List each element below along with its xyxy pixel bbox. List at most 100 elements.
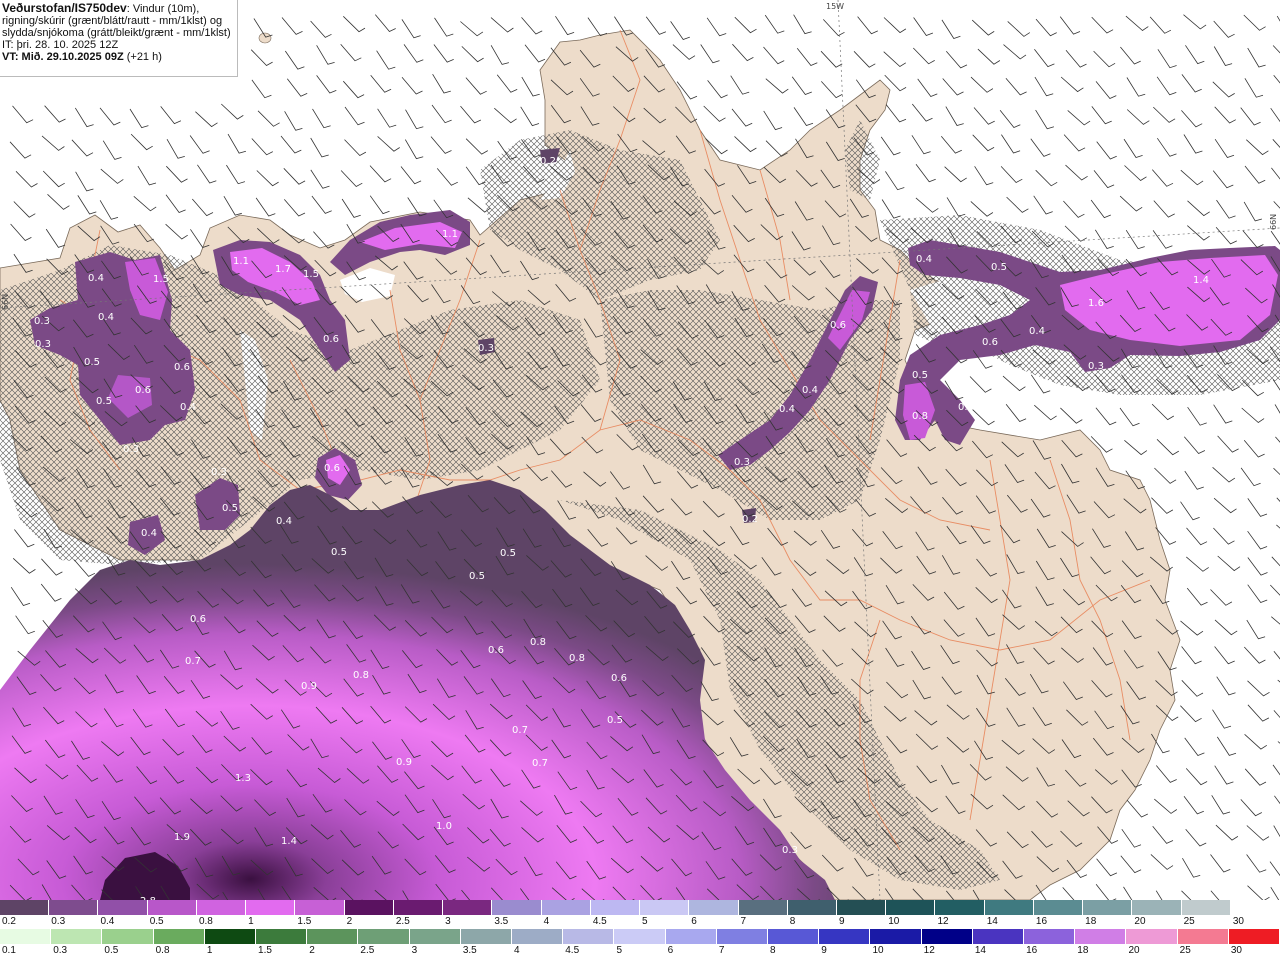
legend-label: 3 [411,945,418,956]
legend-swatch [98,900,148,915]
legend-label: 16 [1035,916,1048,927]
legend-label: 1 [248,916,254,927]
precip-value-label: 0.4 [1029,326,1045,337]
precip-value-label: 0.5 [84,357,100,368]
forecast-offset: (+21 h) [123,51,162,63]
legend-label: 30 [1230,945,1242,956]
legend-snow: 0.2 0.3 0.4 0.5 0.8 1 1.5 2 2.5 3 3.5 4 4.5 5 6 7 8 9 10 12… [0,900,1280,929]
legend-swatch [563,929,615,944]
legend-label: 5 [616,945,622,956]
legend-swatch [344,900,394,915]
legend-swatch [102,929,154,944]
legend-swatch [1230,900,1280,915]
legend-label: 2.5 [395,916,410,927]
legend-label: 8 [789,916,796,927]
precip-value-label: 0.5 [222,503,238,514]
precip-value-label: 0.8 [530,637,546,648]
precip-value-label: 0.3 [34,316,50,327]
precip-value-label: 0.6 [982,337,998,348]
legend-swatch [443,900,493,915]
precipitation-map[interactable]: 15W 66N 66N 0.4 1.5 0.3 0.4 0.3 0.5 0.6 0.6 0.5 0… [0,0,1280,900]
legend-swatch [295,900,345,915]
legend-label: 7 [718,945,725,956]
precip-value-label: 0.4 [141,528,157,539]
precip-value-label: 0.5 [912,370,928,381]
legend-swatch [1126,929,1178,944]
init-time: IT: þri. 28. 10. 2025 12Z [2,39,119,51]
precip-value-label: 0.5 [607,715,623,726]
legend-swatch [1083,900,1133,915]
legend-swatch [393,900,444,915]
legend-rain: 0.1 0.3 0.5 0.8 1 1.5 2 2.5 3 3.5 4 4.5 5 6 7 8 9 10 12 14 1… [0,929,1280,958]
legend-label: 2 [309,945,315,956]
legend-swatch [590,900,641,915]
legend-label: 12 [923,945,935,956]
legend-swatch [153,929,205,944]
legend-swatch [972,929,1025,944]
legend-label: 1.5 [297,916,312,927]
legend-label: 9 [838,916,845,927]
legend-label: 12 [937,916,949,927]
legend-label: 6 [667,945,674,956]
legend-label: 18 [1085,916,1097,927]
legend-label: 9 [821,945,827,956]
legend-label: 7 [740,916,747,927]
legend-label: 16 [1026,945,1038,956]
legend-swatch [1033,900,1084,915]
legend-snow-labels: 0.2 0.3 0.4 0.5 0.8 1 1.5 2 2.5 3 3.5 4 4.5 5 6 7 8 9 10 12… [0,915,1280,929]
precip-value-label: 0.3 [478,343,494,354]
legend-rain-labels: 0.1 0.3 0.5 0.8 1 1.5 2 2.5 3 3.5 4 4.5 5 6 7 8 9 10 12 14 1… [0,944,1280,958]
precip-value-label: 0.2 [540,156,556,167]
precip-value-label: 0.6 [830,320,846,331]
legend-label: 1.5 [258,945,272,956]
precip-value-label: 0.4 [98,312,114,323]
legend-label: 2.5 [360,945,375,956]
legend-label: 0.4 [100,916,115,927]
precip-value-label: 0.8 [353,670,369,681]
legend-snow-swatches [0,900,1280,915]
precip-value-label: 1.9 [174,832,190,843]
legend-label: 10 [872,945,884,956]
legend-swatch [358,929,410,944]
precip-value-label: 0.4 [779,404,795,415]
legend-label: 5 [642,916,648,927]
legend-swatch [0,929,52,944]
description-line-3: slydda/snjókoma (grátt/bleikt/grænt - mm… [2,27,231,39]
precip-value-label: 0.6 [958,402,974,413]
legend-swatch [1075,929,1127,944]
legend-swatch [256,929,308,944]
precip-value-label: 0.6 [324,463,340,474]
precip-value-label: 0.3 [211,467,227,478]
legend-swatch [541,900,591,915]
lat-label-right: 66N [1269,214,1278,230]
legend-label: 2 [346,916,353,927]
legend-label: 3.5 [494,916,509,927]
valid-time: VT: Mið. 29.10.2025 09Z [2,51,124,63]
legend-label: 4 [543,916,550,927]
precip-value-label: 1.6 [1088,298,1104,309]
legend-swatch [1024,929,1076,944]
precip-value-label: 0.6 [174,362,190,373]
legend-label: 14 [986,916,998,927]
legend-swatch [492,900,542,915]
legend-label: 20 [1134,916,1146,927]
legend-label: 14 [974,945,986,956]
precip-value-label: 0.7 [185,656,201,667]
legend-label: 0.8 [198,916,213,927]
precip-value-label: 0.6 [190,614,206,625]
legend-swatch [49,900,99,915]
precip-value-label: 0.6 [611,673,627,684]
legend-label: 3 [445,916,451,927]
description-line-1: : Vindur (10m), [126,3,200,15]
legend-swatch [886,900,936,915]
precip-value-label: 0.4 [276,516,292,527]
precip-value-label: 0.6 [488,645,504,656]
legend-swatch [984,900,1034,915]
legend-label: 0.2 [2,916,16,927]
precip-value-label: 0.7 [532,758,548,769]
legend-swatch [768,929,820,944]
legend-label: 6 [691,916,697,927]
legend-swatch [460,929,513,944]
legend-swatch [738,900,788,915]
title-line: Veðurstofan/IS750dev: Vindur (10m), [2,2,237,15]
